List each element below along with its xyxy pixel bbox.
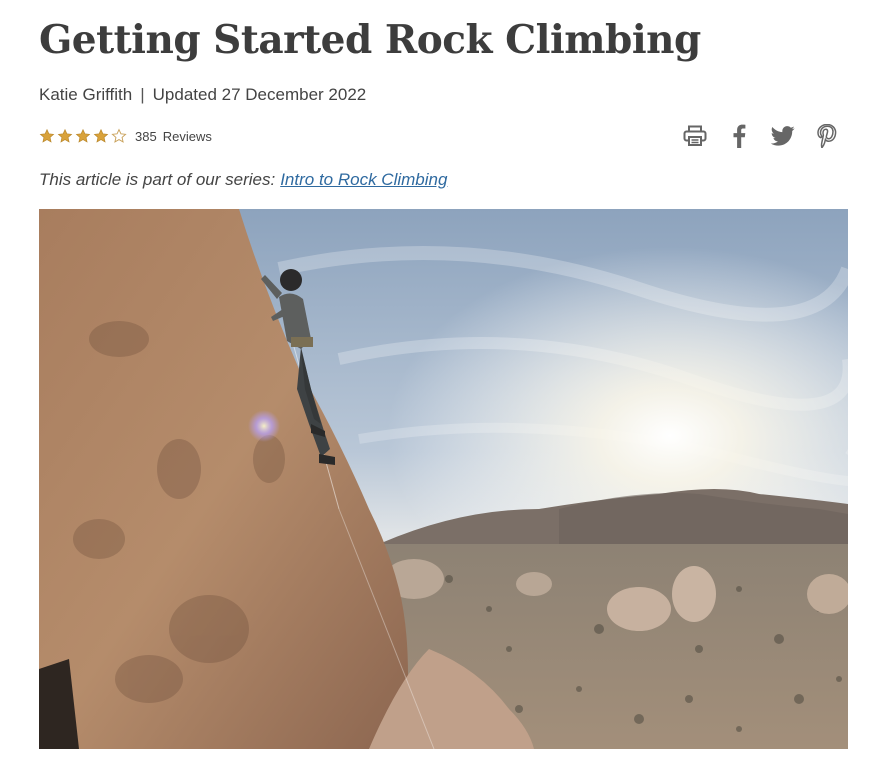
series-link[interactable]: Intro to Rock Climbing (280, 170, 447, 189)
review-label[interactable]: Reviews (163, 129, 212, 144)
star-empty-icon (111, 128, 127, 144)
series-prefix: This article is part of our series: (39, 170, 276, 189)
facebook-icon (733, 124, 746, 148)
twitter-share-button[interactable] (761, 122, 805, 150)
print-icon (683, 125, 707, 146)
byline: Katie Griffith | Updated 27 December 2022 (39, 84, 366, 106)
byline-separator: | (140, 85, 145, 104)
twitter-icon (771, 126, 795, 146)
star-filled-icon (39, 128, 55, 144)
print-button[interactable] (673, 122, 717, 150)
pinterest-icon (817, 124, 837, 148)
author-name[interactable]: Katie Griffith (39, 85, 132, 104)
series-note: This article is part of our series: Intro… (39, 169, 447, 191)
hero-image (39, 209, 848, 749)
review-count[interactable]: 385 (135, 129, 157, 144)
share-bar (673, 122, 849, 150)
article-title: Getting Started Rock Climbing (39, 17, 701, 63)
star-filled-icon (93, 128, 109, 144)
star-filled-icon (75, 128, 91, 144)
facebook-share-button[interactable] (717, 122, 761, 150)
rating-row[interactable]: 385 Reviews (39, 126, 212, 146)
star-rating[interactable] (39, 128, 129, 144)
updated-date: Updated 27 December 2022 (152, 85, 367, 104)
pinterest-share-button[interactable] (805, 122, 849, 150)
star-filled-icon (57, 128, 73, 144)
